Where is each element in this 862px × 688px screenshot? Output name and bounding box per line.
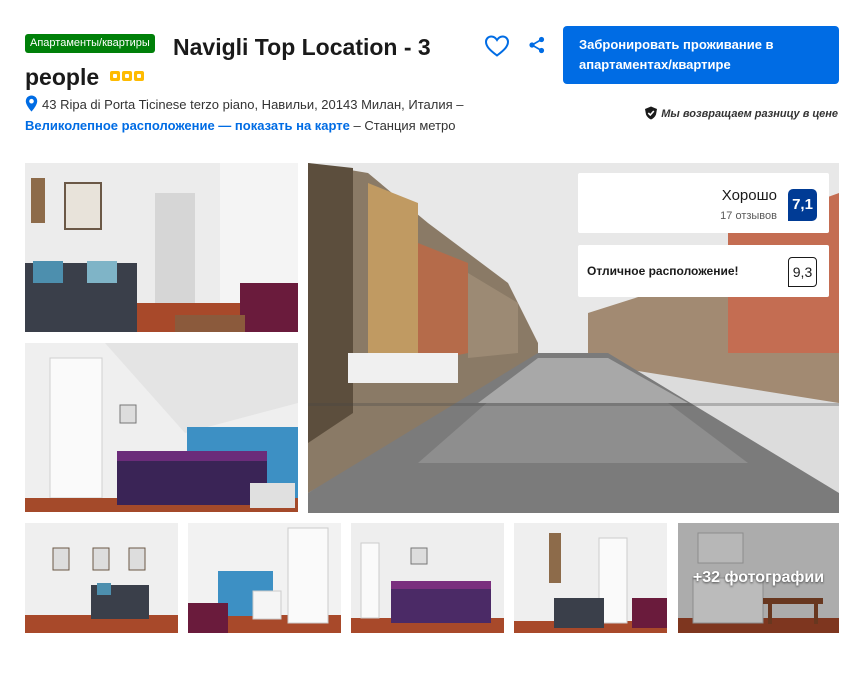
address-text: 43 Ripa di Porta Ticinese terzo piano, Н… bbox=[42, 97, 464, 112]
property-address: 43 Ripa di Porta Ticinese terzo piano, Н… bbox=[25, 94, 465, 136]
photo-bedroom-3[interactable] bbox=[351, 523, 504, 633]
shield-check-icon bbox=[645, 106, 658, 120]
address-suffix: – Станция метро bbox=[353, 118, 456, 133]
photo-hallway[interactable] bbox=[514, 523, 667, 633]
reserve-button[interactable]: Забронировать проживание в апартаментах/… bbox=[563, 26, 839, 84]
price-match-text: Мы возвращаем разницу в цене bbox=[661, 108, 838, 120]
property-name: Navigli Top Location - 3 people bbox=[25, 34, 431, 90]
show-on-map-link[interactable]: Великолепное расположение — показать на … bbox=[25, 118, 350, 133]
review-score-word: Хорошо bbox=[721, 187, 777, 204]
photo-living-room[interactable] bbox=[25, 163, 298, 332]
star-icon bbox=[121, 70, 132, 81]
location-score-card[interactable]: Отличное расположение! 9,3 bbox=[578, 245, 829, 297]
review-score-badge: 7,1 bbox=[788, 189, 817, 221]
photo-living-room-2[interactable] bbox=[25, 523, 178, 633]
map-pin-icon bbox=[25, 95, 38, 112]
review-score-card[interactable]: Хорошо 17 отзывов 7,1 bbox=[578, 173, 829, 233]
star-icon bbox=[133, 70, 144, 81]
more-photos-overlay[interactable]: +32 фотографии bbox=[678, 523, 839, 633]
photo-bedroom-2[interactable] bbox=[188, 523, 341, 633]
star-rating bbox=[109, 70, 144, 81]
heart-icon[interactable] bbox=[484, 34, 510, 58]
price-match-note: Мы возвращаем разницу в цене bbox=[640, 105, 838, 124]
location-score-badge: 9,3 bbox=[788, 257, 817, 287]
location-score-label: Отличное расположение! bbox=[587, 264, 739, 278]
star-icon bbox=[109, 70, 120, 81]
review-count: 17 отзывов bbox=[720, 210, 777, 222]
photo-bedroom[interactable] bbox=[25, 343, 298, 512]
property-title: Navigli Top Location - 3 people bbox=[25, 32, 465, 92]
share-icon[interactable] bbox=[528, 36, 546, 54]
